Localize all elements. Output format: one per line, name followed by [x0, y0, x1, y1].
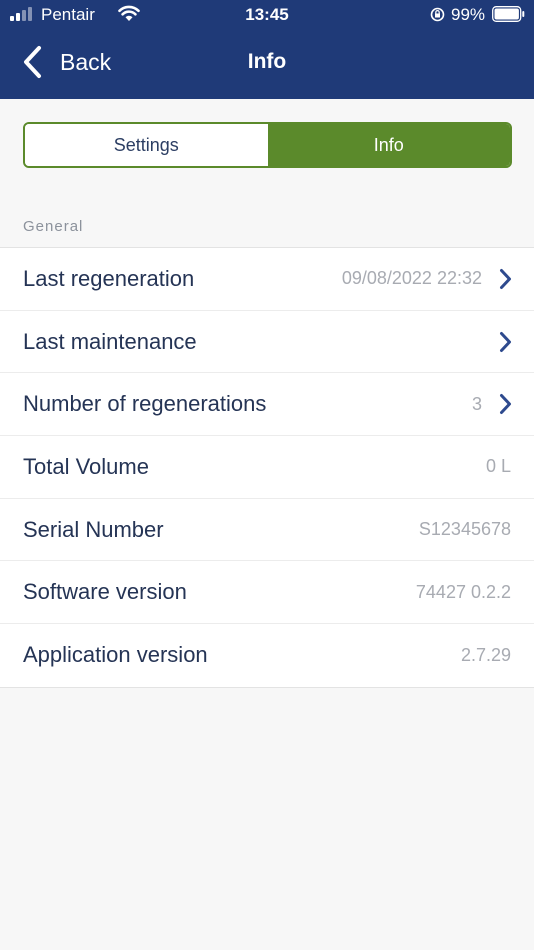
chevron-right-icon [500, 331, 511, 352]
info-list: Last regeneration 09/08/2022 22:32 Last … [0, 247, 534, 688]
navigation-bar: Back Info [0, 40, 534, 90]
tab-info[interactable]: Info [267, 124, 510, 166]
row-number-of-regenerations[interactable]: Number of regenerations 3 [0, 373, 534, 437]
header-bar: Pentair 13:45 99% Back Info [0, 0, 534, 99]
row-value: 3 [471, 393, 482, 414]
row-serial-number: Serial Number S12345678 [0, 499, 534, 562]
row-label: Total Volume [23, 453, 149, 479]
row-software-version: Software version 74427 0.2.2 [0, 561, 534, 625]
row-label: Application version [23, 642, 208, 668]
row-label: Number of regenerations [23, 391, 267, 417]
page-title: Info [247, 50, 287, 73]
row-label: Software version [23, 579, 187, 605]
rotation-lock-icon [430, 7, 445, 22]
row-label: Last maintenance [23, 328, 197, 354]
battery-percent: 99% [451, 5, 486, 24]
segmented-control: Settings Info [23, 122, 512, 168]
row-value: 09/08/2022 22:32 [341, 268, 482, 289]
row-total-volume: Total Volume 0 L [0, 436, 534, 499]
chevron-right-icon [500, 394, 511, 415]
row-value: S12345678 [418, 519, 511, 540]
row-value: 0 L [485, 456, 511, 477]
battery-icon [492, 6, 525, 22]
chevron-right-icon [500, 268, 511, 289]
row-last-regeneration[interactable]: Last regeneration 09/08/2022 22:32 [0, 248, 534, 311]
row-label: Last regeneration [23, 265, 195, 291]
row-label: Serial Number [23, 516, 164, 542]
row-last-maintenance[interactable]: Last maintenance [0, 311, 534, 374]
status-bar: Pentair 13:45 99% [0, 0, 534, 30]
section-title-general: General [23, 218, 84, 235]
row-value: 2.7.29 [460, 644, 511, 665]
row-application-version: Application version 2.7.29 [0, 624, 534, 687]
tab-settings[interactable]: Settings [25, 124, 268, 166]
row-value: 74427 0.2.2 [415, 581, 511, 602]
